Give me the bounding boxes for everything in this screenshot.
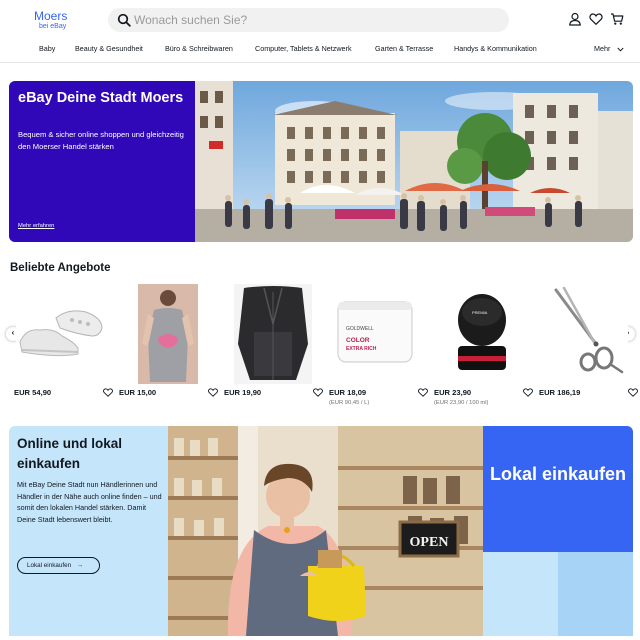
promo-text: Mit eBay Deine Stadt nun Händlerinnen un…	[17, 480, 162, 524]
open-sign-text: OPEN	[410, 535, 449, 550]
category-beauty[interactable]: Beauty & Gesundheit	[75, 44, 143, 53]
category-baby[interactable]: Baby	[39, 44, 55, 53]
deals-section-title: Beliebte Angebote	[10, 262, 111, 274]
product-unit-price: (EUR 90,45 / L)	[329, 400, 370, 406]
shop-local-button[interactable]: Lokal einkaufen →	[17, 557, 100, 574]
category-handys[interactable]: Handys & Kommunikation	[454, 44, 537, 53]
svg-text:GOLDWELL: GOLDWELL	[346, 326, 374, 332]
hero-title: eBay Deine Stadt Moers	[18, 90, 184, 106]
watchlist-heart-icon[interactable]	[628, 388, 638, 397]
product-image-goldwell-mask[interactable]: GOLDWELL COLOR EXTRA RICH	[332, 284, 418, 384]
local-shopping-promo: Online und lokal einkaufen Mit eBay Dein…	[9, 426, 168, 636]
product-price[interactable]: EUR 15,00	[119, 388, 156, 397]
hero-more-link[interactable]: Mehr erfahren	[18, 223, 54, 229]
promo-title: Online und lokal einkaufen	[17, 436, 123, 471]
ebay-deine-stadt-logo[interactable]: Moers bei eBay	[34, 10, 67, 30]
product-image-black-suit[interactable]	[234, 284, 312, 384]
product-unit-price: (EUR 23,90 / 100 ml)	[434, 400, 489, 406]
heart-icon[interactable]	[589, 12, 603, 26]
more-label: Mehr	[594, 44, 611, 53]
more-categories-button[interactable]: Mehr	[594, 44, 624, 53]
search-icon[interactable]	[117, 13, 131, 27]
product-price[interactable]: EUR 18,09	[329, 388, 366, 397]
svg-text:PREMIA: PREMIA	[472, 310, 488, 315]
user-icon[interactable]	[568, 12, 582, 26]
decorative-block	[558, 552, 633, 636]
shop-local-label: Lokal einkaufen	[27, 562, 72, 569]
product-image-sneakers[interactable]	[16, 284, 106, 384]
header: Moers bei eBay	[0, 0, 640, 40]
product-image-nightgown[interactable]	[138, 284, 198, 384]
product-price[interactable]: EUR 186,19	[539, 388, 580, 397]
watchlist-heart-icon[interactable]	[208, 388, 218, 397]
header-divider	[0, 62, 640, 63]
arrow-right-icon: →	[76, 562, 84, 569]
logo-city-name: Moers	[34, 9, 68, 23]
decorative-block	[483, 552, 558, 636]
product-image-scissors[interactable]	[548, 284, 628, 384]
watchlist-heart-icon[interactable]	[523, 388, 533, 397]
product-price[interactable]: EUR 54,90	[14, 388, 51, 397]
product-price[interactable]: EUR 19,90	[224, 388, 261, 397]
product-price[interactable]: EUR 23,90	[434, 388, 471, 397]
category-garten[interactable]: Garten & Terrasse	[375, 44, 433, 53]
hero-city-photo	[195, 81, 633, 242]
promo-shop-photo: OPEN	[168, 426, 483, 636]
chevron-down-icon	[617, 47, 624, 52]
cart-icon[interactable]	[610, 12, 624, 26]
category-computer[interactable]: Computer, Tablets & Netzwerk	[255, 44, 352, 53]
hero-banner[interactable]: eBay Deine Stadt Moers Bequem & sicher o…	[9, 81, 195, 242]
svg-text:EXTRA RICH: EXTRA RICH	[346, 346, 377, 352]
promo-right-title: Lokal einkaufen	[489, 464, 627, 484]
search-input[interactable]	[134, 10, 494, 30]
category-nav: Baby Beauty & Gesundheit Büro & Schreibw…	[0, 40, 640, 62]
page: Moers bei eBay Baby Beauty & Gesundheit …	[0, 0, 640, 640]
category-buero[interactable]: Büro & Schreibwaren	[165, 44, 233, 53]
logo-subline: bei eBay	[39, 23, 67, 30]
search-bar	[108, 8, 509, 32]
watchlist-heart-icon[interactable]	[103, 388, 113, 397]
svg-text:COLOR: COLOR	[346, 337, 370, 344]
local-shopping-banner[interactable]: Lokal einkaufen	[483, 426, 633, 636]
product-image-pomade[interactable]: PREMIA	[440, 284, 524, 384]
watchlist-heart-icon[interactable]	[418, 388, 428, 397]
hero-text: Bequem & sicher online shoppen und gleic…	[18, 130, 184, 151]
watchlist-heart-icon[interactable]	[313, 388, 323, 397]
